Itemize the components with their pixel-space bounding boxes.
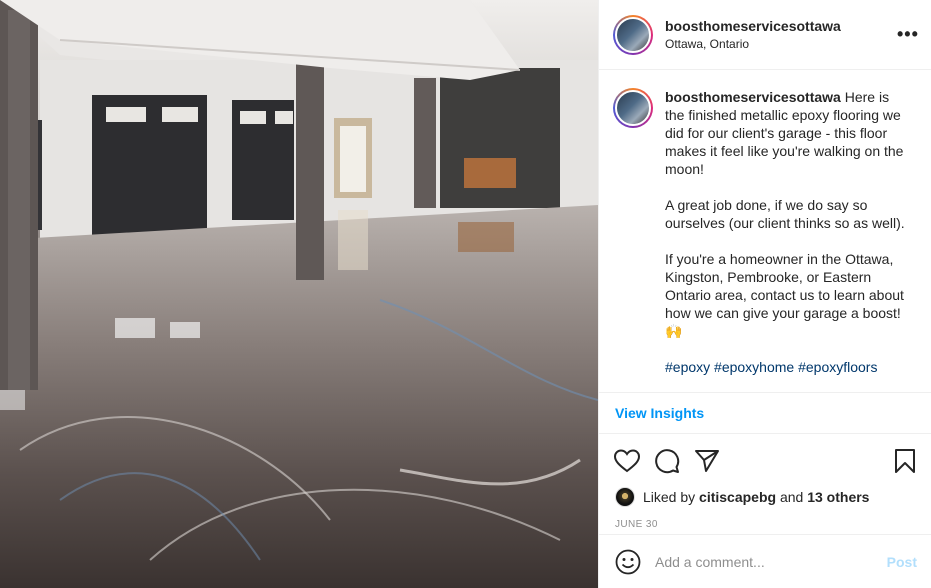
- likes-line: Liked by citiscapebg and 13 others: [599, 485, 931, 509]
- caption-section: boosthomeservicesottawa Here is the fini…: [599, 70, 931, 392]
- view-insights-link[interactable]: View Insights: [615, 405, 704, 421]
- post-header: boosthomeservicesottawa Ottawa, Ontario …: [599, 0, 931, 70]
- bookmark-icon[interactable]: [891, 447, 919, 475]
- action-bar: [599, 437, 931, 485]
- likes-joiner: and: [779, 489, 804, 505]
- instagram-post-view: boosthomeservicesottawa Ottawa, Ontario …: [0, 0, 931, 588]
- liker-avatar[interactable]: [615, 487, 635, 507]
- liker-username[interactable]: citiscapebg: [699, 489, 776, 505]
- caption-paragraph-1: boosthomeservicesottawa Here is the fini…: [665, 88, 905, 178]
- share-icon[interactable]: [693, 447, 721, 475]
- comment-icon[interactable]: [653, 447, 681, 475]
- caption-paragraph-2: A great job done, if we do say so oursel…: [665, 197, 905, 231]
- caption-body: boosthomeservicesottawa Here is the fini…: [665, 88, 905, 392]
- view-insights-bar: View Insights: [599, 392, 931, 434]
- comment-input[interactable]: Add a comment...: [655, 554, 887, 570]
- post-location[interactable]: Ottawa, Ontario: [665, 37, 897, 51]
- garage-floor-image: [0, 0, 598, 588]
- caption-avatar[interactable]: [613, 88, 653, 128]
- post-comment-button[interactable]: Post: [887, 554, 917, 570]
- author-username[interactable]: boosthomeservicesottawa: [665, 18, 897, 34]
- heart-icon[interactable]: [613, 447, 641, 475]
- author-avatar[interactable]: [613, 14, 653, 55]
- caption-hashtags[interactable]: #epoxy #epoxyhome #epoxyfloors: [665, 358, 905, 376]
- comment-bar: Add a comment... Post: [599, 534, 931, 588]
- likes-others[interactable]: 13 others: [807, 489, 869, 505]
- emoji-icon[interactable]: [615, 549, 641, 575]
- more-icon[interactable]: •••: [897, 24, 918, 45]
- caption-username[interactable]: boosthomeservicesottawa: [665, 89, 841, 105]
- likes-prefix: Liked by: [643, 489, 696, 505]
- post-photo[interactable]: [0, 0, 598, 588]
- post-side-panel: boosthomeservicesottawa Ottawa, Ontario …: [598, 0, 931, 588]
- post-date[interactable]: JUNE 30: [599, 519, 931, 535]
- header-text: boosthomeservicesottawa Ottawa, Ontario: [665, 18, 897, 51]
- caption-paragraph-3: If you're a homeowner in the Ottawa, Kin…: [665, 251, 904, 339]
